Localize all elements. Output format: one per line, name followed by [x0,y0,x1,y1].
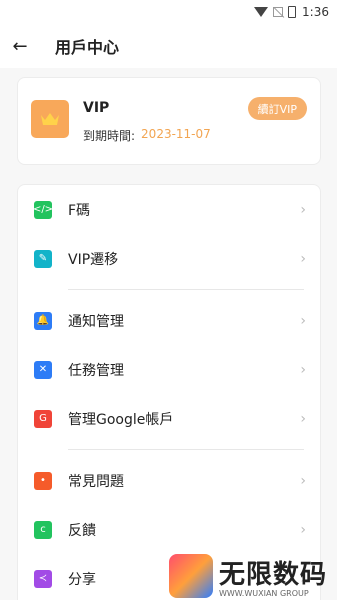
status-time: 1:36 [302,5,329,19]
chevron-right-icon: › [300,472,306,489]
crown-icon [31,100,69,138]
menu-card: </> F碼 › ✎ VIP遷移 › 🔔 通知管理 › ✕ 任務管理 › G 管… [17,184,321,600]
share-icon: ≺ [34,569,52,588]
app-bar: ← 用戶中心 [0,24,337,68]
expiry-label: 到期時間: [83,129,136,143]
vip-expiry: 到期時間: 2023-11-07 [83,127,211,144]
chevron-right-icon: › [300,250,306,267]
vip-title: VIP [83,100,110,116]
divider [68,449,304,450]
menu-item-label: 常見問題 [68,473,124,490]
menu-item-vip-migration[interactable]: ✎ VIP遷移 › [18,234,320,283]
watermark-text: 无限数码 [218,560,327,590]
menu-item-label: 任務管理 [68,362,124,379]
battery-icon [288,6,297,18]
menu-item-label: VIP遷移 [68,251,119,268]
faq-icon: • [34,471,52,490]
google-icon: G [34,409,52,428]
menu-item-task-management[interactable]: ✕ 任務管理 › [18,345,320,394]
menu-item-manage-google-account[interactable]: G 管理Google帳戶 › [18,394,320,443]
wifi-icon [254,7,269,17]
vip-card: VIP 到期時間: 2023-11-07 續訂VIP [17,77,321,165]
menu-item-feedback[interactable]: c 反饋 › [18,505,320,554]
back-arrow-icon[interactable]: ← [0,36,40,57]
menu-item-label: 管理Google帳戶 [68,411,174,428]
page-title: 用戶中心 [55,38,120,57]
expiry-date: 2023-11-07 [141,127,211,141]
chevron-right-icon: › [300,201,306,218]
chevron-right-icon: › [300,312,306,329]
status-icons [254,6,297,18]
menu-item-label: 反饋 [68,522,96,539]
bell-icon: 🔔 [34,311,52,330]
code-icon: </> [33,200,53,219]
menu-item-label: F碼 [68,202,91,219]
menu-item-f-code[interactable]: </> F碼 › [18,185,320,234]
renew-vip-button[interactable]: 續訂VIP [247,97,307,120]
chevron-right-icon: › [300,361,306,378]
chevron-right-icon: › [300,410,306,427]
status-bar: 1:36 [0,0,337,24]
divider [68,289,304,290]
menu-item-notification-management[interactable]: 🔔 通知管理 › [18,296,320,345]
menu-item-label: 通知管理 [68,313,124,330]
watermark: 无限数码 WWW.WUXIAN GROUP [168,554,327,598]
no-signal-icon [273,7,284,17]
chevron-right-icon: › [300,521,306,538]
watermark-text-block: 无限数码 WWW.WUXIAN GROUP [219,554,327,598]
feedback-icon: c [34,520,52,539]
crown-svg [41,113,59,125]
menu-item-faq[interactable]: • 常見問題 › [18,456,320,505]
edit-note-icon: ✎ [34,249,52,268]
watermark-logo [168,554,213,598]
tools-icon: ✕ [34,360,52,379]
